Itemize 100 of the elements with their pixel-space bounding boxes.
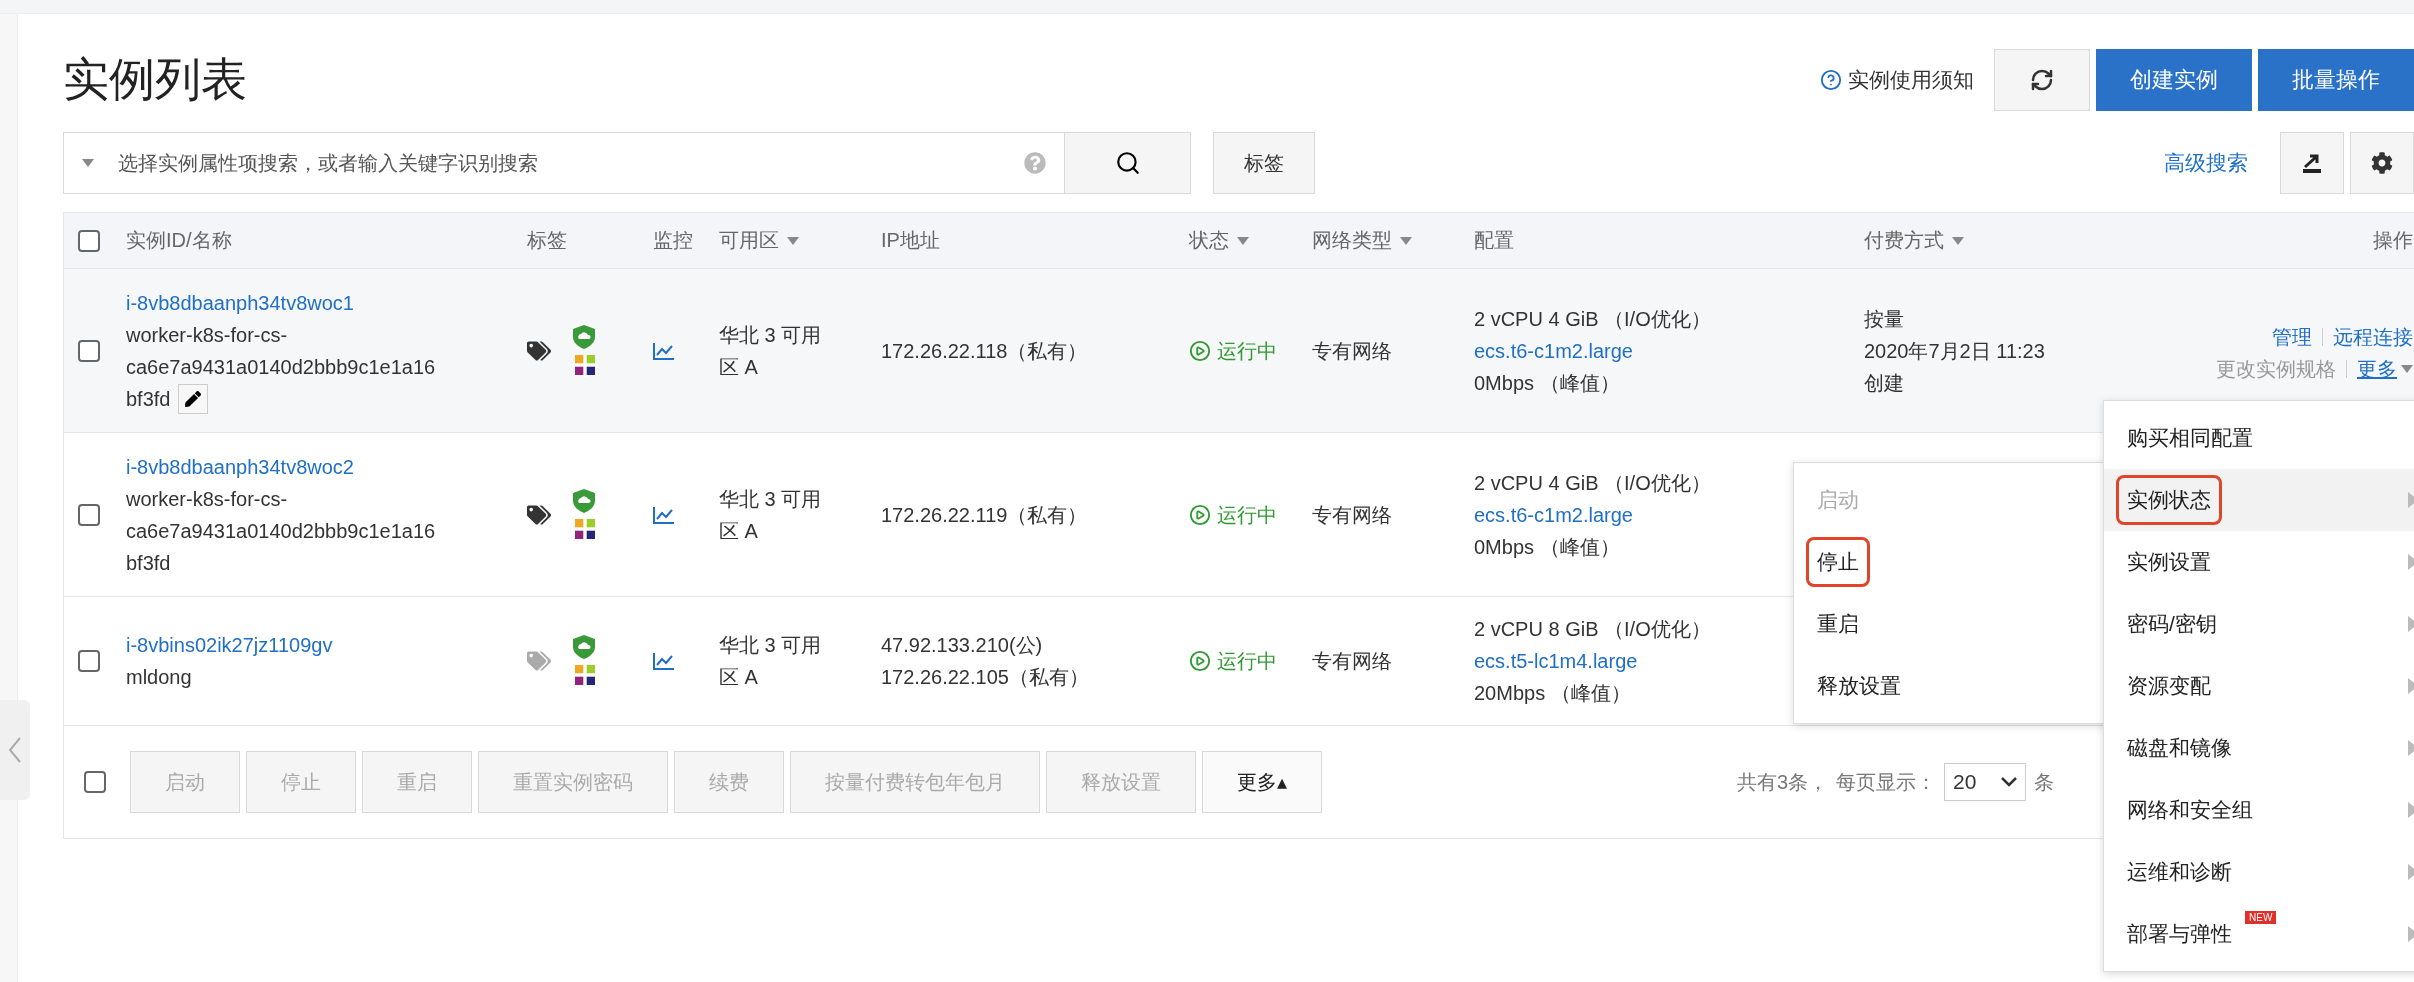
os-logo-icon <box>573 516 597 541</box>
checkbox[interactable] <box>84 771 106 793</box>
help-icon <box>1820 69 1842 91</box>
payment-text: 创建 <box>1864 370 1904 396</box>
ip-address: 172.26.22.119（私有） <box>881 502 1088 528</box>
play-circle-icon <box>1189 339 1211 362</box>
instance-type-link[interactable]: ecs.t5-lc1m4.large <box>1474 645 1638 677</box>
column-header: 操作 <box>2372 228 2413 253</box>
menu-row[interactable]: 部署与弹性 NEW <box>2104 903 2414 965</box>
batch-button[interactable]: 更多▴ <box>1202 751 1323 813</box>
play-circle-icon <box>1189 503 1211 526</box>
chart-icon[interactable] <box>653 652 675 670</box>
status-text: 运行中 <box>1189 334 1277 367</box>
menu-row[interactable]: 实例设置 <box>2104 531 2414 593</box>
menu-row[interactable]: 网络和安全组 <box>2104 779 2414 841</box>
column-header[interactable]: 可用区 <box>719 227 881 254</box>
column-header: 标签 <box>527 228 568 253</box>
caret-icon <box>82 159 94 167</box>
instance-name: worker-k8s-for-cs- <box>126 322 288 348</box>
chart-icon[interactable] <box>653 341 675 360</box>
menu-item[interactable]: 实例设置 <box>2116 537 2222 587</box>
new-badge: NEW <box>2245 911 2277 924</box>
config-text: 2 vCPU 4 GiB （I/O优化） <box>1474 306 1711 332</box>
tag-icon[interactable] <box>527 502 551 527</box>
chevron-down-icon <box>2001 777 2017 787</box>
settings-button[interactable] <box>2350 132 2414 194</box>
tag-button[interactable]: 标签 <box>1213 132 1315 194</box>
menu-item[interactable]: 停止 <box>1806 537 1870 587</box>
chart-icon[interactable] <box>653 505 675 524</box>
instance-id-link[interactable]: i-8vb8dbaanph34tv8woc2 <box>126 450 354 483</box>
action-link[interactable]: 远程连接 <box>2333 321 2413 353</box>
network-type: 专有网络 <box>1312 338 1392 364</box>
page-size-unit: 条 <box>2034 769 2054 795</box>
menu-row[interactable]: 磁盘和镜像 <box>2104 717 2414 779</box>
refresh-icon <box>2030 68 2054 92</box>
action-link[interactable]: 管理 <box>2272 321 2312 353</box>
zone-text: 华北 3 可用区 A <box>719 633 823 690</box>
menu-row[interactable]: 实例状态 <box>2104 469 2414 531</box>
advanced-search-link[interactable]: 高级搜索 <box>2164 149 2248 177</box>
shield-icon <box>573 635 595 659</box>
caret-icon <box>1237 236 1249 245</box>
page-size-select[interactable]: 20 <box>1944 763 2026 801</box>
edit-button[interactable] <box>178 383 209 414</box>
instance-name: mldong <box>126 665 192 690</box>
menu-item[interactable]: 网络和安全组 <box>2116 785 2264 835</box>
caret-icon <box>787 236 799 245</box>
menu-row[interactable]: 运维和诊断 <box>2104 841 2414 903</box>
instance-name: bf3fd <box>126 386 171 412</box>
menu-row[interactable]: 密码/密钥 <box>2104 593 2414 655</box>
column-header[interactable]: 状态 <box>1189 227 1312 254</box>
refresh-button[interactable] <box>1994 49 2090 111</box>
menu-item[interactable]: 部署与弹性 <box>2116 909 2243 959</box>
checkbox[interactable] <box>78 229 100 252</box>
page-title: 实例列表 <box>63 52 247 107</box>
status-text: 运行中 <box>1189 645 1277 677</box>
primary-button[interactable]: 批量操作 <box>2258 49 2414 111</box>
primary-button[interactable]: 创建实例 <box>2096 49 2252 111</box>
config-text: 2 vCPU 4 GiB （I/O优化） <box>1474 470 1711 496</box>
column-header[interactable]: 付费方式 <box>1864 227 2229 254</box>
shield-icon <box>573 488 595 513</box>
menu-item[interactable]: 实例状态 <box>2116 475 2222 525</box>
collapse-handle[interactable] <box>0 700 30 800</box>
column-header[interactable]: 网络类型 <box>1312 227 1474 254</box>
payment-text: 按量 <box>1864 306 1904 332</box>
menu-item[interactable]: 资源变配 <box>2116 661 2222 711</box>
config-text: 0Mbps （峰值） <box>1474 370 1620 396</box>
shield-icon <box>573 324 595 349</box>
checkbox[interactable] <box>78 339 100 362</box>
config-text: 20Mbps （峰值） <box>1474 681 1631 706</box>
os-logo-icon <box>573 663 597 687</box>
zone-text: 华北 3 可用区 A <box>719 322 823 380</box>
more-dropdown[interactable]: 更多 <box>2357 353 2413 385</box>
ip-address: 172.26.22.105（私有） <box>881 665 1089 690</box>
instance-type-link[interactable]: ecs.t6-c1m2.large <box>1474 334 1633 367</box>
caret-icon <box>1400 236 1412 245</box>
tag-icon[interactable] <box>527 338 551 363</box>
menu-item[interactable]: 重启 <box>1806 599 1870 649</box>
pencil-icon <box>185 390 202 407</box>
zone-text: 华北 3 可用区 A <box>719 486 823 544</box>
checkbox[interactable] <box>78 650 100 672</box>
menu-item[interactable]: 密码/密钥 <box>2116 599 2228 649</box>
instance-id-link[interactable]: i-8vbins02ik27jz1109gv <box>126 629 333 661</box>
os-logo-icon <box>573 352 597 377</box>
ip-address: 47.92.133.210(公) <box>881 633 1043 658</box>
chevron-left-icon <box>9 737 21 763</box>
search-field[interactable]: 选择实例属性项搜索，或者输入关键字识别搜索 <box>63 132 1065 194</box>
checkbox[interactable] <box>78 503 100 526</box>
instance-name: worker-k8s-for-cs- <box>126 486 288 512</box>
menu-row[interactable]: 资源变配 <box>2104 655 2414 717</box>
export-button[interactable] <box>2280 132 2344 194</box>
column-header: 配置 <box>1474 228 1515 253</box>
instance-id-link[interactable]: i-8vb8dbaanph34tv8woc1 <box>126 286 354 319</box>
notice-link[interactable]: 实例使用须知 <box>1820 66 1974 94</box>
menu-item[interactable]: 磁盘和镜像 <box>2116 723 2243 773</box>
play-circle-icon <box>1189 650 1211 672</box>
menu-item[interactable]: 释放设置 <box>1806 661 1912 711</box>
menu-item[interactable]: 购买相同配置 <box>2116 413 2264 463</box>
network-type: 专有网络 <box>1312 502 1392 528</box>
menu-item[interactable]: 运维和诊断 <box>2116 847 2243 897</box>
instance-type-link[interactable]: ecs.t6-c1m2.large <box>1474 498 1633 531</box>
